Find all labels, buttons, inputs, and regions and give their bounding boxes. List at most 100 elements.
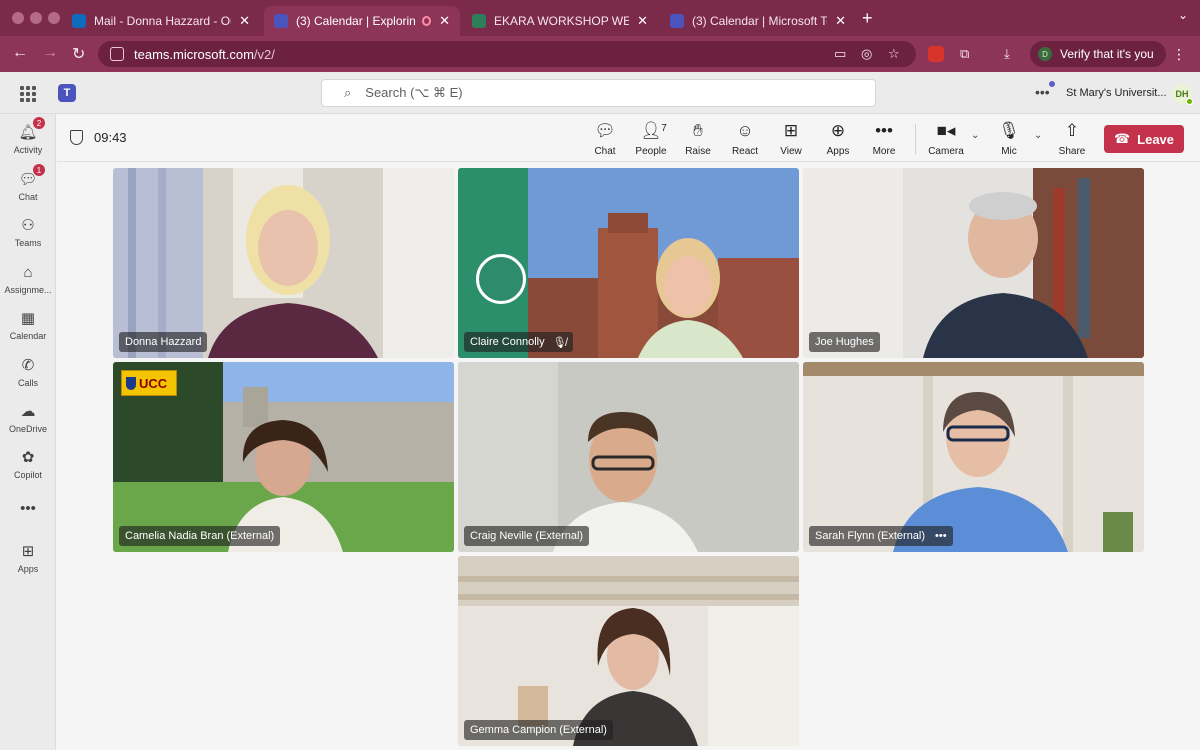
bell-icon: 🔔︎ 2	[18, 117, 45, 142]
address-bar[interactable]: teams.microsoft.com/v2/	[98, 41, 916, 67]
settings-more-icon[interactable]: •••	[1035, 81, 1055, 100]
participant-tile-camelia-nadia-bran[interactable]: UCC Camelia Nadia Bran (External)	[113, 362, 454, 552]
calendar-icon: ▦	[20, 310, 36, 327]
mic-button[interactable]: 🎙︎ Mic	[986, 121, 1032, 157]
presence-available-icon	[1186, 98, 1193, 105]
new-tab-icon[interactable]: +	[862, 8, 873, 29]
rail-label: Calls	[17, 378, 38, 388]
rail-item-apps[interactable]: ⊞ Apps	[0, 541, 56, 574]
hand-icon: ✋︎	[693, 121, 703, 140]
participant-tile-claire-connolly[interactable]: Claire Connolly 🎙︎̸	[458, 168, 799, 358]
control-label: Chat	[594, 146, 616, 157]
camera-icon: ■◂	[936, 121, 956, 140]
rail-label: Assignme...	[4, 285, 52, 295]
view-button[interactable]: ⊞ View	[768, 121, 814, 157]
participant-tile-donna-hazzard[interactable]: Donna Hazzard	[113, 168, 454, 358]
forward-icon[interactable]: →	[42, 44, 58, 62]
rail-label: Teams	[14, 238, 42, 248]
participant-name: Gemma Campion (External)	[470, 724, 607, 736]
notification-dot	[1048, 81, 1055, 87]
participant-nameplate: Craig Neville (External)	[464, 526, 590, 546]
back-icon[interactable]: ←	[12, 44, 28, 62]
rail-item-more[interactable]: •••	[0, 498, 56, 518]
control-label: Apps	[826, 146, 850, 157]
share-button[interactable]: ⇧ Share	[1049, 121, 1095, 157]
url-host: teams.microsoft.com	[134, 46, 254, 62]
leave-button[interactable]: ☎︎ Leave	[1104, 125, 1184, 153]
browser-tab-calendar-exploring[interactable]: (3) Calendar | Exploring R ✕	[264, 6, 460, 36]
cast-icon[interactable]: ▭	[834, 46, 846, 62]
reload-icon[interactable]: ↻	[72, 44, 85, 64]
rail-item-teams[interactable]: ⚇ Teams	[0, 215, 56, 248]
tab-search-icon[interactable]: ⌄	[1178, 8, 1188, 22]
people-button[interactable]: 👤︎ 7 People	[628, 121, 674, 157]
control-label: React	[731, 146, 759, 157]
participant-nameplate: Donna Hazzard	[119, 332, 208, 352]
rail-item-calls[interactable]: ✆ Calls	[0, 355, 56, 388]
video-feed	[803, 362, 1144, 552]
participant-tile-gemma-campion[interactable]: Gemma Campion (External)	[458, 556, 799, 746]
rail-label: Activity	[13, 145, 43, 155]
control-label: Share	[1058, 146, 1086, 157]
browser-tab-outlook[interactable]: Mail - Donna Hazzard - Outlo ✕	[62, 6, 260, 36]
extensions-puzzle-icon[interactable]: ⧉	[960, 46, 969, 62]
browser-toolbar: ← → ↻ teams.microsoft.com/v2/ ▭ ◎ ☆ ⧉ ⤓ …	[0, 36, 1200, 72]
react-button[interactable]: ☺ React	[722, 121, 768, 157]
more-button[interactable]: ••• More	[861, 121, 907, 157]
outlook-icon	[72, 14, 86, 28]
chat-icon: 💬︎ 1	[18, 164, 45, 189]
eye-off-icon[interactable]: ◎	[861, 46, 872, 62]
university-seal-logo	[476, 254, 526, 304]
download-icon[interactable]: ⤓	[1004, 46, 1010, 62]
mic-options-chevron-icon[interactable]: ⌄	[1034, 130, 1042, 141]
browser-tab-calendar-teams[interactable]: (3) Calendar | Microsoft Team ✕	[660, 6, 856, 36]
people-count: 7	[661, 123, 667, 134]
participant-more-icon[interactable]: •••	[935, 530, 947, 542]
tab-title: Mail - Donna Hazzard - Outlo	[94, 14, 231, 28]
grid-view-icon: ⊞	[783, 121, 799, 140]
browser-menu-icon[interactable]: ⋮	[1172, 46, 1186, 63]
profile-avatar: D	[1038, 47, 1052, 61]
meeting-controls-bar: 09:43 💬︎ Chat 👤︎ 7 People ✋︎ Raise ☺ Reac…	[57, 114, 1200, 162]
control-label: Mic	[1001, 146, 1017, 157]
tab-title: (3) Calendar | Exploring R	[296, 14, 416, 28]
extension-red-icon[interactable]	[928, 46, 944, 62]
ucc-crest-icon	[126, 376, 136, 390]
close-icon[interactable]: ✕	[629, 13, 648, 29]
window-close-dot[interactable]	[12, 12, 24, 24]
share-screen-icon: ⇧	[1064, 121, 1080, 140]
browser-tab-ekara[interactable]: EKARA WORKSHOP WELCOM ✕	[462, 6, 658, 36]
bookmark-star-icon[interactable]: ☆	[888, 46, 900, 62]
rail-item-chat[interactable]: 💬︎ 1 Chat	[0, 164, 56, 202]
camera-button[interactable]: ■◂ Camera	[923, 121, 969, 157]
search-input[interactable]: ⌕ Search (⌥ ⌘ E)	[321, 79, 876, 107]
rail-item-copilot[interactable]: ✿ Copilot	[0, 447, 56, 480]
rail-item-assignments[interactable]: ⌂ Assignme...	[0, 262, 56, 296]
control-label: More	[872, 146, 896, 157]
video-feed	[113, 168, 454, 358]
rail-label: Apps	[17, 564, 39, 574]
rail-item-onedrive[interactable]: ☁︎ OneDrive	[0, 401, 56, 434]
org-name[interactable]: St Mary's Universit...	[1066, 87, 1167, 99]
user-avatar[interactable]: DH	[1172, 84, 1193, 105]
rail-item-activity[interactable]: 🔔︎ 2 Activity	[0, 117, 56, 155]
verify-identity-button[interactable]: D Verify that it's you	[1030, 41, 1166, 67]
add-app-icon: ⊞	[21, 543, 35, 560]
rail-item-calendar[interactable]: ▦ Calendar	[0, 308, 56, 341]
app-launcher-icon[interactable]	[20, 86, 36, 102]
close-icon[interactable]: ✕	[231, 13, 250, 29]
participant-nameplate: Joe Hughes	[809, 332, 880, 352]
participant-tile-sarah-flynn[interactable]: Sarah Flynn (External) •••	[803, 362, 1144, 552]
participant-nameplate: Claire Connolly 🎙︎̸	[464, 332, 573, 352]
chat-button[interactable]: 💬︎ Chat	[582, 121, 628, 157]
participant-tile-craig-neville[interactable]: Craig Neville (External)	[458, 362, 799, 552]
raise-hand-button[interactable]: ✋︎ Raise	[675, 121, 721, 157]
participant-tile-joe-hughes[interactable]: Joe Hughes	[803, 168, 1144, 358]
window-minimize-dot[interactable]	[30, 12, 42, 24]
close-icon[interactable]: ✕	[431, 13, 450, 29]
apps-button[interactable]: ⊕ Apps	[815, 121, 861, 157]
close-icon[interactable]: ✕	[827, 13, 846, 29]
camera-options-chevron-icon[interactable]: ⌄	[971, 130, 979, 141]
window-zoom-dot[interactable]	[48, 12, 60, 24]
site-info-icon[interactable]	[110, 47, 124, 61]
